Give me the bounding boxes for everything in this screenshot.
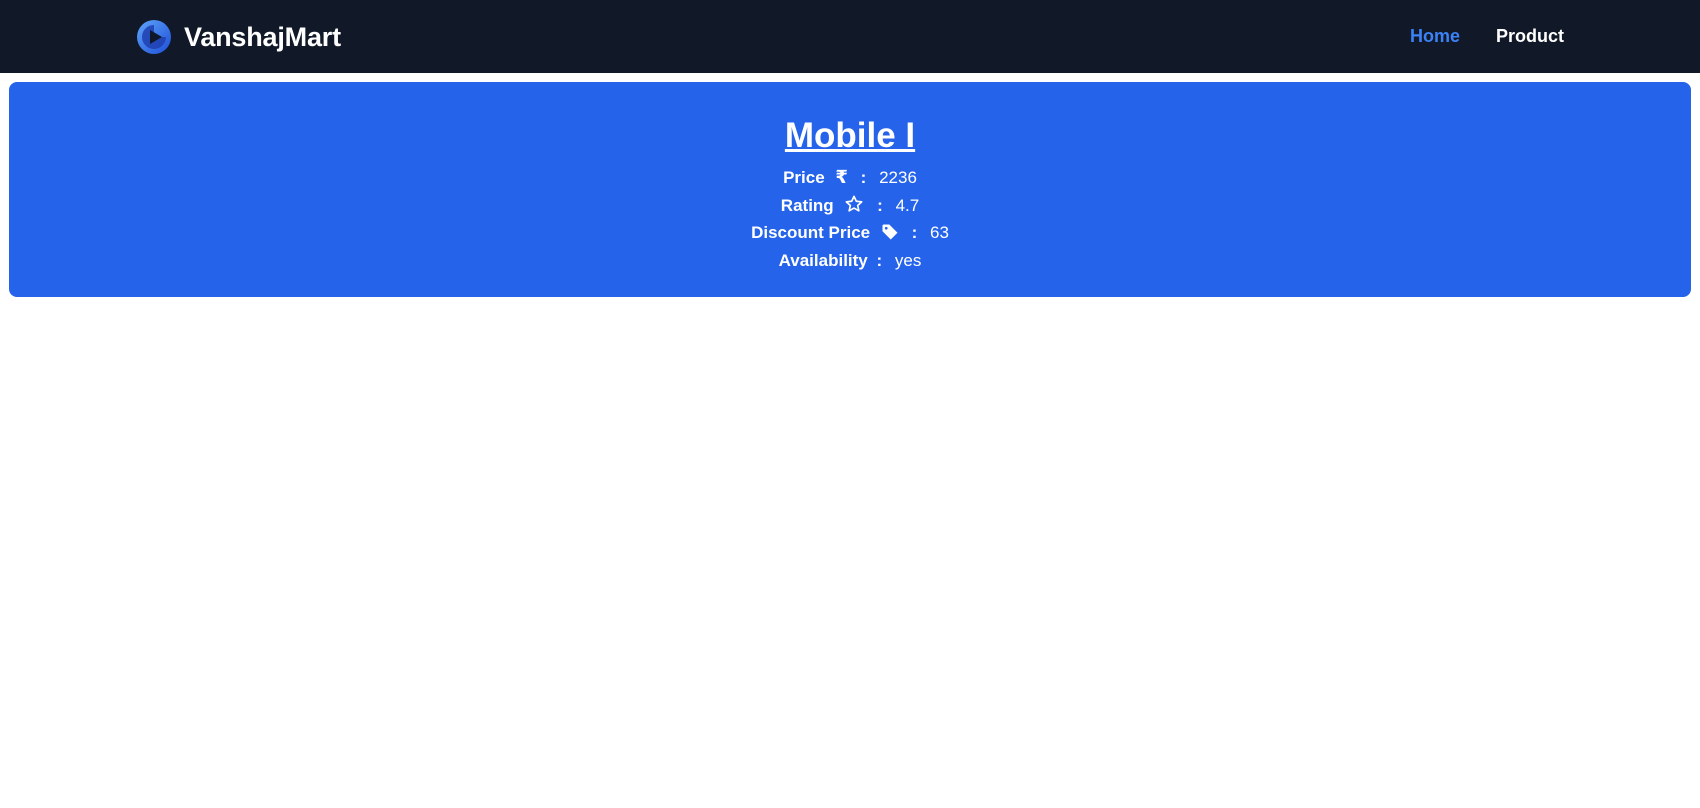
availability-separator: : <box>876 250 883 270</box>
rating-label: Rating <box>780 195 834 215</box>
availability-label: Availability <box>778 250 868 270</box>
play-circle-logo-icon <box>137 20 171 54</box>
availability-value: yes <box>894 250 922 270</box>
price-separator: : <box>860 168 867 187</box>
navbar: VanshajMart Home Product <box>0 0 1700 73</box>
price-row: Price ₹ : 2236 <box>9 164 1691 192</box>
availability-row: Availability : yes <box>9 247 1691 275</box>
rating-value: 4.7 <box>895 195 920 215</box>
discount-value: 63 <box>930 223 949 242</box>
discount-label: Discount Price <box>751 223 871 242</box>
nav-link-home[interactable]: Home <box>1410 26 1460 47</box>
rupee-icon: ₹ <box>835 167 848 187</box>
price-tag-icon <box>882 224 898 240</box>
product-title: Mobile I <box>784 116 916 155</box>
brand-name: VanshajMart <box>184 21 341 52</box>
price-value: 2236 <box>879 168 917 187</box>
nav-links: Home Product <box>1374 0 1564 73</box>
product-card: Mobile I Price ₹ : 2236 Rating : 4.7 Dis… <box>9 82 1691 297</box>
rating-separator: : <box>877 195 883 215</box>
star-outline-icon <box>845 195 863 212</box>
brand-link[interactable]: VanshajMart <box>136 18 341 56</box>
discount-row: Discount Price : 63 <box>9 219 1691 247</box>
nav-link-product[interactable]: Product <box>1496 26 1564 47</box>
rating-row: Rating : 4.7 <box>9 192 1691 220</box>
discount-separator: : <box>911 223 918 242</box>
price-label: Price <box>783 168 825 187</box>
